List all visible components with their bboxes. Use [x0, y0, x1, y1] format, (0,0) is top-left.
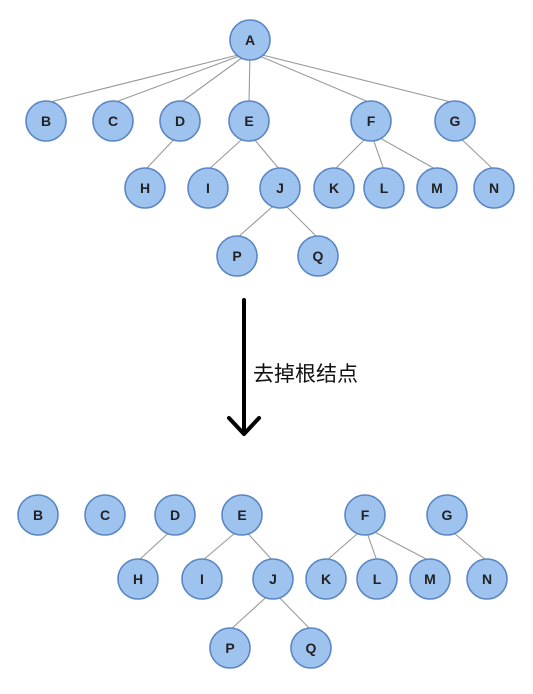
after-node-label-g: G	[442, 507, 453, 523]
after-node-label-i: I	[200, 571, 204, 587]
before-node-label-h: H	[140, 180, 150, 196]
after-node-g: G	[426, 494, 468, 536]
before-edge-a-b	[45, 51, 251, 104]
after-node-b: B	[17, 494, 59, 536]
after-node-l: L	[356, 558, 398, 600]
before-node-j: J	[259, 167, 301, 209]
after-node-label-h: H	[133, 571, 143, 587]
before-node-label-n: N	[489, 180, 499, 196]
after-node-label-b: B	[33, 507, 43, 523]
after-node-label-n: N	[482, 571, 492, 587]
before-node-b: B	[25, 100, 67, 142]
before-tree-nodes: A B C D E F G H I J K L M N P Q	[25, 19, 515, 277]
before-node-label-i: I	[206, 180, 210, 196]
after-node-label-e: E	[237, 507, 246, 523]
before-node-label-l: L	[380, 180, 389, 196]
before-node-c: C	[92, 100, 134, 142]
before-edge-a-d	[179, 51, 251, 104]
after-node-i: I	[181, 558, 223, 600]
after-node-label-f: F	[361, 507, 370, 523]
before-node-label-j: J	[276, 180, 284, 196]
before-node-h: H	[124, 167, 166, 209]
before-node-a: A	[229, 19, 271, 61]
after-node-k: K	[305, 558, 347, 600]
after-node-label-d: D	[170, 507, 180, 523]
before-node-l: L	[363, 167, 405, 209]
before-tree-edges	[45, 51, 495, 239]
before-node-label-a: A	[245, 32, 255, 48]
before-node-label-m: M	[431, 180, 443, 196]
after-node-label-c: C	[100, 507, 110, 523]
tree-to-forest-diagram: A B C D E F G H I J K L M N P Q 去掉根结点 B C D E F G H I J K L M N P Q	[17, 19, 515, 669]
after-node-q: Q	[290, 627, 332, 669]
before-node-m: M	[416, 167, 458, 209]
before-node-label-f: F	[367, 113, 376, 129]
before-node-e: E	[228, 100, 270, 142]
after-forest-nodes: B C D E F G H I J K L M N P Q	[17, 494, 508, 669]
operation-label: 去掉根结点	[253, 362, 358, 386]
before-node-label-k: K	[329, 180, 339, 196]
after-node-j: J	[252, 558, 294, 600]
before-node-q: Q	[297, 235, 339, 277]
after-node-label-m: M	[424, 571, 436, 587]
after-node-p: P	[209, 627, 251, 669]
before-node-label-q: Q	[313, 248, 324, 264]
after-node-h: H	[117, 558, 159, 600]
before-node-label-g: G	[450, 113, 461, 129]
before-node-n: N	[473, 167, 515, 209]
after-node-e: E	[221, 494, 263, 536]
before-node-i: I	[187, 167, 229, 209]
after-node-label-q: Q	[306, 640, 317, 656]
after-node-m: M	[409, 558, 451, 600]
after-node-f: F	[344, 494, 386, 536]
before-node-label-c: C	[108, 113, 118, 129]
after-node-label-p: P	[225, 640, 234, 656]
after-node-d: D	[154, 494, 196, 536]
before-node-label-b: B	[41, 113, 51, 129]
after-node-label-j: J	[269, 571, 277, 587]
before-node-f: F	[350, 100, 392, 142]
before-node-d: D	[159, 100, 201, 142]
before-node-label-d: D	[175, 113, 185, 129]
before-edge-a-c	[112, 51, 251, 104]
before-node-g: G	[434, 100, 476, 142]
after-node-label-l: L	[373, 571, 382, 587]
before-node-p: P	[216, 235, 258, 277]
before-node-label-p: P	[232, 248, 241, 264]
after-node-n: N	[466, 558, 508, 600]
before-node-k: K	[313, 167, 355, 209]
after-node-label-k: K	[321, 571, 331, 587]
after-node-c: C	[84, 494, 126, 536]
before-node-label-e: E	[244, 113, 253, 129]
